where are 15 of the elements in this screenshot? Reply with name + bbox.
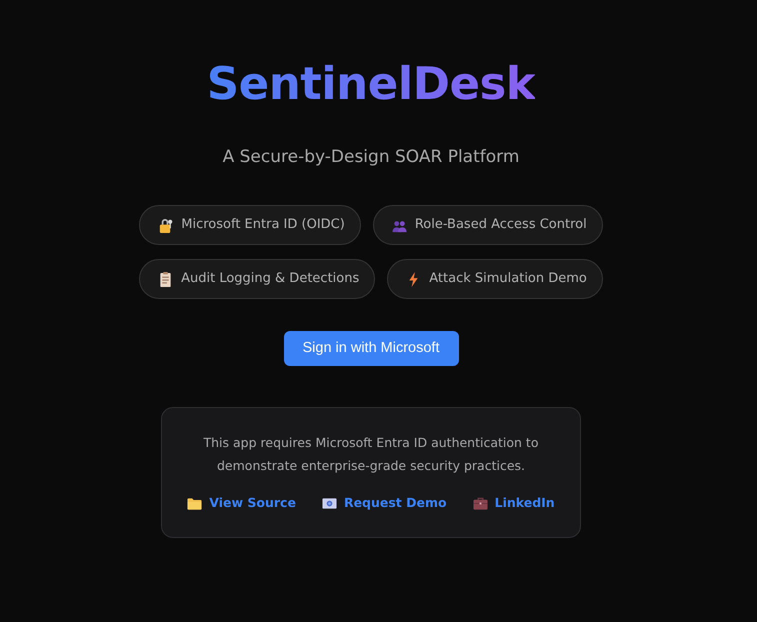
sign-in-button[interactable]: Sign in with Microsoft [284, 331, 458, 366]
lock-icon [158, 218, 174, 232]
briefcase-icon [472, 496, 488, 510]
tagline: A Secure-by-Design SOAR Platform [222, 146, 520, 169]
window-icon [322, 496, 337, 510]
footer-link[interactable]: Request Demo [322, 493, 447, 513]
feature-pill: Attack Simulation Demo [387, 259, 603, 299]
clipboard-icon [158, 272, 174, 286]
feature-pill: Role-Based Access Control [372, 205, 603, 245]
notice-text: This app requires Microsoft Entra ID authentication to demonstrate enterprise-grade security practices. [202, 434, 540, 475]
feature-pill: Microsoft Entra ID (OIDC) [139, 205, 361, 245]
footer-link[interactable]: View Source [187, 493, 296, 513]
folder-icon [187, 496, 202, 510]
footer-link[interactable]: LinkedIn [472, 493, 555, 513]
feature-pill: Audit Logging & Detections [139, 259, 376, 299]
